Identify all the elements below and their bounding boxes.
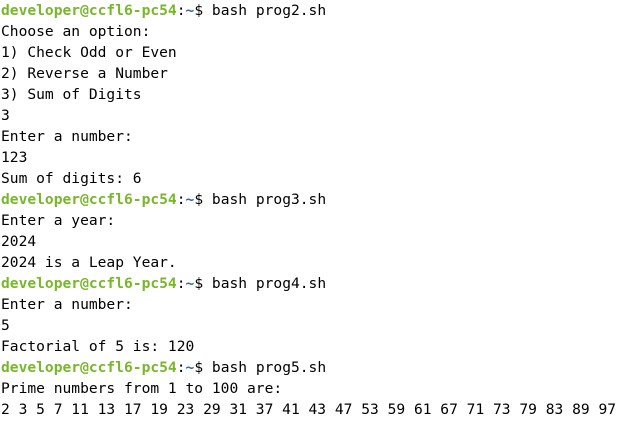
prompt-line: developer@ccfl6-pc54:~$ bash prog5.sh xyxy=(0,357,638,378)
prompt-line: developer@ccfl6-pc54:~$ bash prog2.sh xyxy=(0,0,638,21)
prompt-colon: : xyxy=(176,275,186,292)
output-line: Choose an option: xyxy=(1,23,151,40)
command-text: bash prog2.sh xyxy=(211,2,327,19)
output-line: 2024 xyxy=(1,233,37,250)
prompt-colon: : xyxy=(176,2,186,19)
output-line: Prime numbers from 1 to 100 are: xyxy=(1,380,283,397)
output-line: Enter a number: xyxy=(1,128,133,145)
output-line: 3) Sum of Digits xyxy=(1,86,142,103)
output-line: 2 3 5 7 11 13 17 19 23 29 31 37 41 43 47… xyxy=(1,401,617,418)
prompt-path: ~ xyxy=(185,275,195,292)
prompt-symbol: $ xyxy=(194,2,212,19)
prompt-colon: : xyxy=(176,191,186,208)
command-text: bash prog5.sh xyxy=(211,359,327,376)
prompt-user-host: developer@ccfl6-pc54 xyxy=(1,191,177,208)
output-line: 123 xyxy=(1,149,28,166)
output-line: Enter a year: xyxy=(1,212,116,229)
prompt-user-host: developer@ccfl6-pc54 xyxy=(1,275,177,292)
prompt-colon: : xyxy=(176,359,186,376)
command-text: bash prog4.sh xyxy=(211,275,327,292)
output-line: 2) Reverse a Number xyxy=(1,65,168,82)
output-line: Enter a number: xyxy=(1,296,133,313)
terminal-window[interactable]: developer@ccfl6-pc54:~$ bash prog2.sh Cho… xyxy=(0,0,638,424)
prompt-path: ~ xyxy=(185,191,195,208)
prompt-path: ~ xyxy=(185,2,195,19)
prompt-symbol: $ xyxy=(194,275,212,292)
command-text: bash prog3.sh xyxy=(211,191,327,208)
output-line: Factorial of 5 is: 120 xyxy=(1,338,195,355)
output-line: Sum of digits: 6 xyxy=(1,170,142,187)
prompt-path: ~ xyxy=(185,359,195,376)
prompt-user-host: developer@ccfl6-pc54 xyxy=(1,359,177,376)
prompt-line: developer@ccfl6-pc54:~$ bash prog4.sh xyxy=(0,273,638,294)
output-line: 2024 is a Leap Year. xyxy=(1,254,177,271)
output-line: 1) Check Odd or Even xyxy=(1,44,177,61)
prompt-user-host: developer@ccfl6-pc54 xyxy=(1,2,177,19)
terminal-output: developer@ccfl6-pc54:~$ bash prog2.sh Cho… xyxy=(0,0,638,420)
output-line: 3 xyxy=(1,107,10,124)
prompt-symbol: $ xyxy=(194,191,212,208)
prompt-symbol: $ xyxy=(194,359,212,376)
prompt-line: developer@ccfl6-pc54:~$ bash prog3.sh xyxy=(0,189,638,210)
output-line: 5 xyxy=(1,317,10,334)
